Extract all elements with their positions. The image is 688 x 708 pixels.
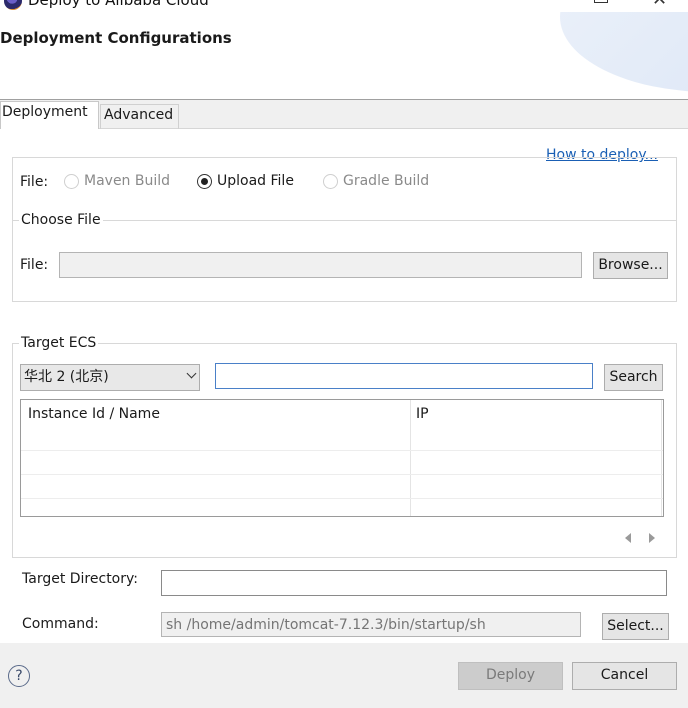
target-directory-input[interactable]: [161, 570, 667, 596]
tab-deployment[interactable]: Deployment: [0, 101, 99, 129]
tab-advanced[interactable]: Advanced: [100, 104, 179, 129]
file-path-field[interactable]: [59, 252, 582, 278]
title-bar: Deploy to Alibaba Cloud ✕: [0, 0, 688, 12]
column-divider: [661, 400, 662, 516]
file-path-label: File:: [20, 257, 49, 273]
column-header-ip[interactable]: IP: [416, 406, 429, 422]
ecs-instance-table[interactable]: Instance Id / Name IP: [20, 399, 664, 517]
maven-build-label: Maven Build: [84, 173, 171, 189]
maven-build-radio: [64, 174, 79, 189]
table-row: [21, 498, 663, 499]
deploy-button: Deploy: [458, 662, 563, 690]
column-header-instance[interactable]: Instance Id / Name: [28, 406, 160, 422]
table-row: [21, 450, 663, 451]
minimize-icon[interactable]: [594, 0, 608, 3]
file-type-label: File:: [20, 174, 49, 190]
command-input[interactable]: [161, 612, 581, 637]
region-selected-value: 华北 2 (北京): [24, 369, 109, 385]
ecs-search-input[interactable]: [215, 363, 593, 389]
select-command-button[interactable]: Select...: [602, 613, 669, 640]
dialog-header: Deployment Configurations: [0, 12, 688, 100]
dialog-footer: ? Deploy Cancel: [0, 643, 688, 708]
upload-file-radio[interactable]: [197, 174, 212, 189]
upload-file-label[interactable]: Upload File: [217, 173, 294, 189]
window-title: Deploy to Alibaba Cloud: [28, 0, 209, 9]
browse-button[interactable]: Browse...: [593, 252, 668, 279]
column-divider: [410, 400, 411, 516]
gradle-build-label: Gradle Build: [343, 173, 430, 189]
scroll-left-icon[interactable]: [625, 533, 631, 543]
tab-bar: Deployment Advanced: [0, 100, 688, 129]
eclipse-app-icon: [4, 0, 22, 10]
command-label: Command:: [22, 616, 99, 632]
ecs-search-button[interactable]: Search: [604, 364, 663, 391]
region-dropdown[interactable]: 华北 2 (北京): [20, 364, 200, 391]
table-row: [21, 474, 663, 475]
target-ecs-legend: Target ECS: [19, 335, 99, 351]
target-directory-label: Target Directory:: [22, 571, 138, 587]
chevron-down-icon: [186, 368, 197, 379]
choose-file-legend: Choose File: [19, 212, 103, 228]
gradle-build-radio: [323, 174, 338, 189]
page-title: Deployment Configurations: [0, 29, 232, 47]
header-banner-graphic: [560, 12, 688, 92]
close-icon[interactable]: ✕: [652, 0, 667, 10]
scroll-right-icon[interactable]: [649, 533, 655, 543]
help-icon[interactable]: ?: [8, 665, 30, 687]
cancel-button[interactable]: Cancel: [572, 662, 677, 690]
